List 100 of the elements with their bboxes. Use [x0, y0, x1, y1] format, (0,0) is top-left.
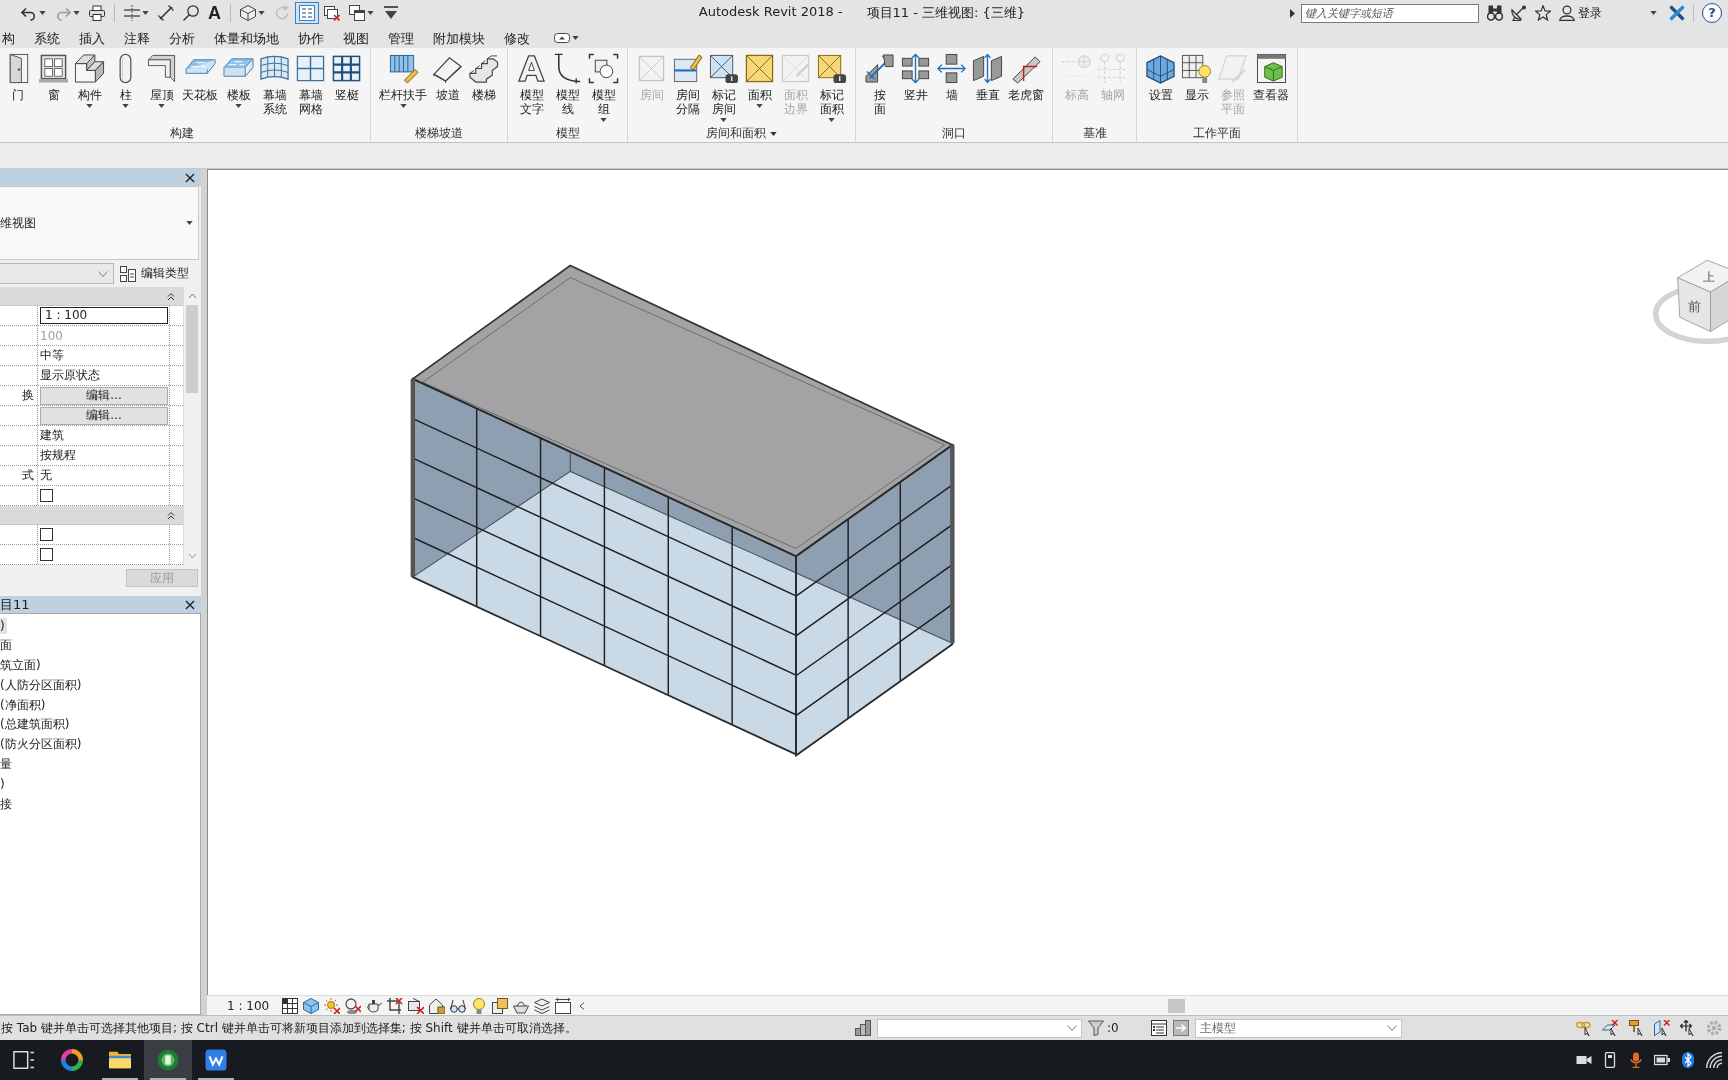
ribbon-button[interactable]: 竖梃: [329, 53, 364, 102]
scrollbar-thumb[interactable]: [186, 305, 198, 393]
ribbon-button[interactable]: 幕墙网格: [293, 53, 328, 116]
ribbon-tab[interactable]: 系统: [24, 27, 70, 48]
ribbon-tab[interactable]: 视图: [333, 27, 379, 48]
checkbox[interactable]: [40, 548, 53, 561]
tree-item[interactable]: 量: [0, 754, 14, 774]
battery-icon[interactable]: [1654, 1052, 1670, 1068]
bluetooth-icon[interactable]: [1680, 1052, 1696, 1068]
ribbon-button[interactable]: 墙: [934, 53, 969, 102]
model-dropdown[interactable]: 主模型: [1194, 1018, 1402, 1038]
arrow-box-icon[interactable]: [1172, 1020, 1189, 1036]
ribbon-button[interactable]: 模型组: [586, 53, 621, 122]
checkbox[interactable]: [40, 489, 53, 502]
ribbon-tab[interactable]: 插入: [69, 27, 115, 48]
value-field[interactable]: 1 : 100: [40, 307, 168, 324]
layers-icon[interactable]: [534, 997, 551, 1014]
plane-cursor-icon[interactable]: [1602, 1020, 1618, 1036]
ribbon-button[interactable]: 面积: [742, 53, 777, 108]
ribbon-button[interactable]: 屋顶: [144, 53, 179, 108]
satellite-dish-icon[interactable]: [1511, 5, 1527, 21]
ribbon-button[interactable]: 竖井: [898, 53, 933, 102]
ribbon-tab[interactable]: 管理: [378, 27, 424, 48]
scrollbar-thumb[interactable]: [1168, 998, 1186, 1013]
dropdown-field[interactable]: [0, 263, 114, 284]
ribbon-button[interactable]: 栏杆扶手: [377, 53, 429, 108]
ribbon-button[interactable]: 设置: [1143, 53, 1178, 102]
view-canvas[interactable]: 上 前: [207, 169, 1728, 995]
wifi-icon[interactable]: [1706, 1052, 1722, 1068]
ribbon-tab[interactable]: 体量和场地: [204, 27, 289, 48]
funnel-icon[interactable]: [1088, 1020, 1104, 1036]
sign-in-button[interactable]: 登录: [1559, 4, 1602, 22]
binoculars-icon[interactable]: [1487, 5, 1503, 21]
frame-icon[interactable]: [555, 997, 572, 1014]
ribbon-button[interactable]: 柱: [108, 53, 143, 108]
ribbon-button[interactable]: 窗: [36, 53, 71, 102]
tree-item[interactable]: (总建筑面积): [0, 715, 72, 735]
tree-item[interactable]: ): [0, 617, 7, 634]
caret-icon[interactable]: [770, 131, 777, 136]
glasses-icon[interactable]: [450, 997, 467, 1014]
ribbon-button[interactable]: 查看器: [1251, 53, 1291, 102]
ribbon-button[interactable]: 门: [0, 53, 35, 102]
teapot-icon[interactable]: [366, 997, 383, 1014]
tree-item[interactable]: 面: [0, 636, 14, 656]
face-cursor-icon[interactable]: [1654, 1020, 1670, 1036]
ribbon-tab[interactable]: 注释: [114, 27, 160, 48]
tree-item[interactable]: (防火分区面积): [0, 735, 84, 755]
ribbon-button[interactable]: 坡道: [430, 53, 465, 102]
ribbon-button[interactable]: 构件: [72, 53, 107, 108]
ribbon-tab[interactable]: 构: [0, 27, 25, 48]
ribbon-button[interactable]: 显示: [1179, 53, 1214, 102]
stacked-squares-icon[interactable]: [492, 997, 509, 1014]
shadow-icon[interactable]: [345, 997, 362, 1014]
pin-cursor-icon[interactable]: [1628, 1020, 1644, 1036]
cube-icon[interactable]: [303, 997, 320, 1014]
ribbon-button[interactable]: 天花板: [180, 53, 220, 102]
ribbon-button[interactable]: 标记房间: [706, 53, 741, 122]
search-field[interactable]: 键入关键字或短语: [1301, 3, 1479, 23]
list-table-icon[interactable]: [1150, 1020, 1167, 1036]
taskbar-button[interactable]: [144, 1040, 192, 1080]
house-lock-icon[interactable]: [429, 997, 446, 1014]
toolbar-button[interactable]: A: [204, 2, 225, 24]
crop-frame-icon[interactable]: [408, 997, 425, 1014]
triangle-icon[interactable]: [1290, 8, 1295, 18]
ribbon-tab[interactable]: 协作: [288, 27, 334, 48]
tree-item[interactable]: 筑立面): [0, 656, 43, 675]
ribbon-button[interactable]: 模型文字: [514, 53, 549, 116]
type-selector[interactable]: 维视图: [0, 186, 199, 260]
edit-button[interactable]: 编辑...: [40, 386, 168, 405]
ribbon-button[interactable]: 老虎窗: [1006, 53, 1046, 102]
usb-drive-icon[interactable]: [1602, 1052, 1618, 1068]
ribbon-button[interactable]: 模型线: [550, 53, 585, 116]
ribbon-button[interactable]: 房间分隔: [670, 53, 705, 116]
ribbon-tab[interactable]: 分析: [159, 27, 205, 48]
ribbon-tab[interactable]: 修改: [494, 27, 540, 48]
ribbon-button[interactable]: 楼板: [221, 53, 256, 108]
tree-item[interactable]: ): [0, 776, 7, 793]
grid-square-icon[interactable]: [282, 997, 299, 1014]
cross-logo-icon[interactable]: [1669, 5, 1685, 21]
ribbon-button[interactable]: 垂直: [970, 53, 1005, 102]
edit-button[interactable]: 编辑...: [40, 406, 168, 425]
bars-icon[interactable]: [855, 1020, 871, 1036]
sun-icon[interactable]: [324, 997, 341, 1014]
star-icon[interactable]: [1535, 5, 1551, 21]
ribbon-button[interactable]: 幕墙系统: [257, 53, 292, 116]
tree-item[interactable]: (人防分区面积): [0, 675, 84, 695]
edit-type-button[interactable]: 编辑类型: [120, 265, 189, 282]
crop-icon[interactable]: [387, 997, 404, 1014]
ribbon-button[interactable]: 楼梯: [466, 53, 501, 102]
tree-item[interactable]: 接: [0, 794, 14, 814]
tree-item[interactable]: (净面积): [0, 695, 48, 715]
chain-cursor-icon[interactable]: [1576, 1020, 1592, 1036]
chevron-left-icon[interactable]: [578, 1000, 587, 1011]
ribbon-tab[interactable]: 附加模块: [423, 27, 495, 48]
checkbox[interactable]: [40, 528, 53, 541]
caret-icon[interactable]: [1650, 11, 1657, 15]
move-cursor-icon[interactable]: [1680, 1020, 1696, 1036]
help-button[interactable]: ?: [1702, 3, 1722, 23]
close-icon[interactable]: [185, 172, 195, 183]
ribbon-button[interactable]: 标记面积: [814, 53, 849, 122]
